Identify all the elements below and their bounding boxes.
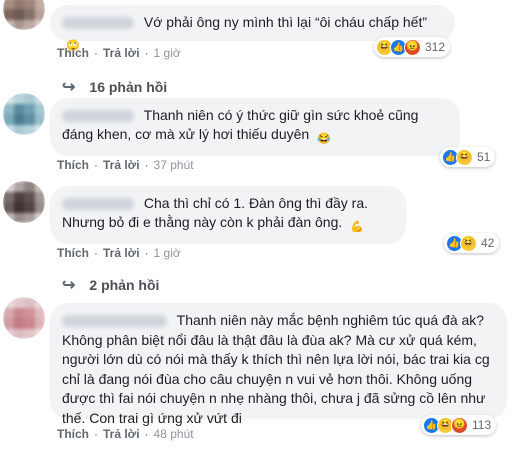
comment-bubble: Vớ phải ông ny mình thì lại “ôi cháu chấ… [50, 5, 455, 52]
comment-time[interactable]: 1 giờ [154, 246, 181, 260]
commenter-name[interactable] [62, 17, 134, 30]
angry-reaction-icon: 😠 [451, 416, 468, 434]
comment-actions: Thích · Trả lời · 48 phút [57, 427, 194, 441]
commenter-name[interactable] [62, 315, 167, 328]
reaction-summary[interactable]: 👍 😆 😠 113 [421, 415, 497, 435]
reaction-summary[interactable]: 👍 😆 51 [440, 147, 496, 167]
reply-link[interactable]: Trả lời [103, 427, 140, 441]
reaction-count: 51 [477, 150, 491, 164]
reaction-count: 42 [481, 236, 495, 250]
reaction-summary[interactable]: 😆 👍 😠 312 [374, 37, 451, 57]
like-link[interactable]: Thích [57, 46, 89, 60]
like-link[interactable]: Thích [57, 158, 89, 172]
commenter-avatar[interactable] [3, 297, 45, 339]
comment-time[interactable]: 48 phút [154, 427, 194, 441]
angry-reaction-icon: 😠 [404, 38, 421, 56]
flexed-biceps-emoji-icon: 💪 [350, 221, 364, 233]
commenter-name[interactable] [62, 198, 134, 211]
reply-arrow-icon: ↪ [62, 79, 76, 96]
comment-text: Vớ phải ông ny mình thì lại “ôi cháu chấ… [143, 14, 428, 30]
comment-actions: Thích · Trả lời · 37 phút [57, 158, 194, 172]
haha-reaction-icon: 😆 [460, 234, 477, 252]
reply-link[interactable]: Trả lời [103, 158, 140, 172]
like-link[interactable]: Thích [57, 427, 89, 441]
comment-bubble: Thanh niên này mắc bệnh nghiêm túc quá đ… [50, 303, 507, 426]
like-link[interactable]: Thích [57, 246, 89, 260]
replies-count-label: 16 phản hồi [89, 79, 168, 95]
reply-link[interactable]: Trả lời [103, 46, 140, 60]
commenter-name[interactable] [62, 110, 134, 123]
reply-link[interactable]: Trả lời [103, 246, 140, 260]
comment-time[interactable]: 37 phút [154, 158, 194, 172]
comment-bubble: Thanh niên có ý thức giữ gìn sức khoẻ cũ… [50, 98, 460, 156]
comment-bubble: Cha thì chỉ có 1. Đàn ông thì đầy ra. Nh… [50, 186, 406, 244]
reaction-count: 312 [425, 40, 446, 54]
commenter-avatar[interactable] [3, 0, 45, 30]
laughing-emoji-icon: 😂 [317, 133, 331, 145]
reply-arrow-icon: ↪ [62, 277, 76, 294]
commenter-avatar[interactable] [3, 93, 45, 135]
reaction-count: 113 [472, 418, 492, 432]
reaction-summary[interactable]: 👍 😆 42 [444, 233, 500, 253]
replies-count-label: 2 phản hồi [89, 277, 160, 293]
comment-actions: Thích · Trả lời · 1 giờ [57, 46, 181, 60]
haha-reaction-icon: 😆 [456, 148, 473, 166]
view-replies-link[interactable]: ↪ 16 phản hồi [62, 77, 167, 97]
view-replies-link[interactable]: ↪ 2 phản hồi [62, 275, 159, 295]
comment-actions: Thích · Trả lời · 1 giờ [57, 246, 181, 260]
comment-time[interactable]: 1 giờ [154, 46, 181, 60]
comment-text: Thanh niên này mắc bệnh nghiêm túc quá đ… [62, 312, 490, 426]
commenter-avatar[interactable] [3, 181, 45, 223]
